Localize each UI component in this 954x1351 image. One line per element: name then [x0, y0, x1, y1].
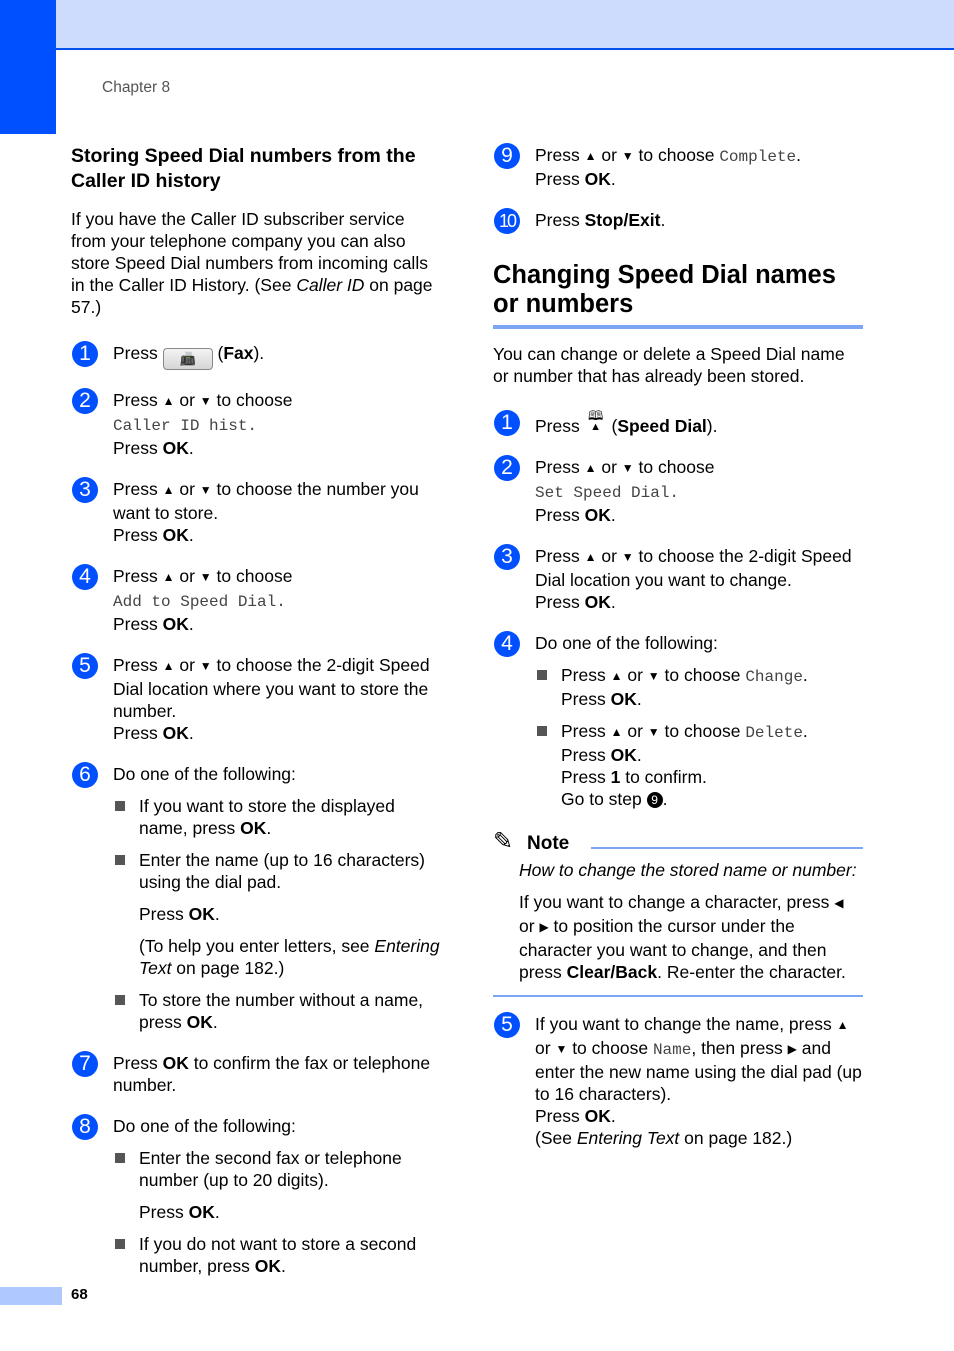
down-arrow-icon: ▼ — [199, 394, 212, 408]
step-1: 1 Press 📠 (Fax). — [71, 341, 443, 370]
down-arrow-icon: ▼ — [199, 659, 212, 673]
lcd-option: Complete — [719, 148, 797, 166]
note-divider — [591, 847, 863, 849]
lcd-option: Set Speed Dial. — [535, 484, 680, 502]
fax-icon: 📠 — [162, 348, 213, 370]
bullet-item: Enter the second fax or telephone number… — [113, 1147, 443, 1223]
down-arrow-icon: ▼ — [647, 669, 660, 683]
step-number: 1 — [72, 341, 98, 367]
intro-paragraph: If you have the Caller ID subscriber ser… — [71, 209, 433, 317]
step-number: 6 — [72, 762, 98, 788]
step-reference[interactable]: 9 — [646, 792, 663, 808]
step-number: 3 — [494, 544, 520, 570]
step-4: 4 Do one of the following: Press ▲ or ▼ … — [493, 631, 863, 810]
note-text: If you want to change a character, press… — [519, 892, 846, 982]
lcd-option: Add to Speed Dial. — [113, 593, 286, 611]
intro-paragraph: You can change or delete a Speed Dial na… — [493, 344, 845, 386]
entering-text-ref[interactable]: Entering Text — [577, 1128, 679, 1148]
step-number: 2 — [494, 455, 520, 481]
up-arrow-icon: ▲ — [162, 394, 175, 408]
step-number: 5 — [72, 653, 98, 679]
speed-dial-icon: 🕮 ▲ — [587, 408, 604, 433]
step-number: 7 — [72, 1051, 98, 1077]
note-bottom-divider — [493, 995, 863, 997]
step-5: 5 Press ▲ or ▼ to choose the 2-digit Spe… — [71, 653, 443, 744]
bullet-item: Enter the name (up to 16 characters) usi… — [113, 849, 443, 979]
lcd-option: Name — [652, 1041, 692, 1059]
note-pencil-icon: ✎ — [493, 828, 514, 855]
chapter-label: Chapter 8 — [102, 79, 171, 96]
up-arrow-icon: ▲ — [162, 483, 175, 497]
down-arrow-icon: ▼ — [647, 725, 660, 739]
bullet-item: Press ▲ or ▼ to choose Change. Press OK. — [535, 664, 863, 710]
step-3: 3 Press ▲ or ▼ to choose the 2-digit Spe… — [493, 544, 863, 613]
up-arrow-icon: ▲ — [610, 669, 623, 683]
left-arrow-icon: ◀ — [834, 896, 844, 910]
bullet-item: To store the number without a name, pres… — [113, 989, 443, 1033]
lcd-option: Change — [745, 668, 803, 686]
page-number: 68 — [71, 1286, 88, 1303]
step-1: 1 Press 🕮 ▲ (Speed Dial). — [493, 408, 863, 437]
step-number: 2 — [72, 388, 98, 414]
right-column: 9 Press ▲ or ▼ to choose Complete. Press… — [493, 143, 863, 1168]
step-7: 7 Press OK to confirm the fax or telepho… — [71, 1051, 443, 1096]
chapter-tab — [0, 0, 56, 134]
up-arrow-icon: ▲ — [610, 725, 623, 739]
step-3: 3 Press ▲ or ▼ to choose the number you … — [71, 477, 443, 546]
bullet-item: If you want to store the displayed name,… — [113, 795, 443, 839]
caller-id-ref[interactable]: Caller ID — [296, 275, 364, 295]
step-5: 5 If you want to change the name, press … — [493, 1012, 863, 1149]
step-number: 5 — [494, 1012, 520, 1038]
step-2: 2 Press ▲ or ▼ to choose Caller ID hist.… — [71, 388, 443, 459]
step-number: 4 — [72, 564, 98, 590]
down-arrow-icon: ▼ — [621, 550, 634, 564]
down-arrow-icon: ▼ — [621, 149, 634, 163]
section-heading: Storing Speed Dial numbers from the Call… — [71, 145, 416, 192]
lcd-option: Caller ID hist. — [113, 417, 258, 435]
right-arrow-icon: ▶ — [539, 920, 549, 934]
left-column: Storing Speed Dial numbers from the Call… — [71, 144, 443, 1296]
note-title: Note — [527, 833, 570, 854]
step-4: 4 Press ▲ or ▼ to choose Add to Speed Di… — [71, 564, 443, 635]
down-arrow-icon: ▼ — [199, 570, 212, 584]
down-arrow-icon: ▼ — [621, 461, 634, 475]
step-9: 9 Press ▲ or ▼ to choose Complete. Press… — [493, 143, 863, 190]
step-number: 9 — [494, 143, 520, 169]
up-arrow-icon: ▲ — [162, 659, 175, 673]
down-arrow-icon: ▼ — [199, 483, 212, 497]
step-6: 6 Do one of the following: If you want t… — [71, 762, 443, 1033]
step-number: 4 — [494, 631, 520, 657]
up-arrow-icon: ▲ — [584, 149, 597, 163]
bullet-item: If you do not want to store a second num… — [113, 1233, 443, 1277]
step-8: 8 Do one of the following: Enter the sec… — [71, 1114, 443, 1277]
bullet-item: Press ▲ or ▼ to choose Delete. Press OK.… — [535, 720, 863, 810]
step-number: 1 — [494, 410, 520, 436]
up-arrow-icon: ▲ — [584, 550, 597, 564]
header-band — [0, 0, 954, 50]
note-box: ✎ Note How to change the stored name or … — [493, 829, 863, 997]
step-number: 3 — [72, 477, 98, 503]
step-number: 10 — [494, 208, 520, 234]
note-lead: How to change the stored name or number: — [519, 860, 857, 880]
right-arrow-icon: ▶ — [787, 1042, 797, 1056]
up-arrow-icon: ▲ — [162, 570, 175, 584]
step-number: 8 — [72, 1114, 98, 1140]
up-arrow-icon: ▲ — [584, 461, 597, 475]
up-arrow-icon: ▲ — [836, 1018, 849, 1032]
step-2: 2 Press ▲ or ▼ to choose Set Speed Dial.… — [493, 455, 863, 526]
lcd-option: Delete — [745, 724, 803, 742]
down-arrow-icon: ▼ — [555, 1042, 568, 1056]
step-10: 10 Press Stop/Exit. — [493, 208, 863, 234]
footer-band — [0, 1287, 62, 1305]
section-heading: Changing Speed Dial names or numbers — [493, 261, 863, 329]
